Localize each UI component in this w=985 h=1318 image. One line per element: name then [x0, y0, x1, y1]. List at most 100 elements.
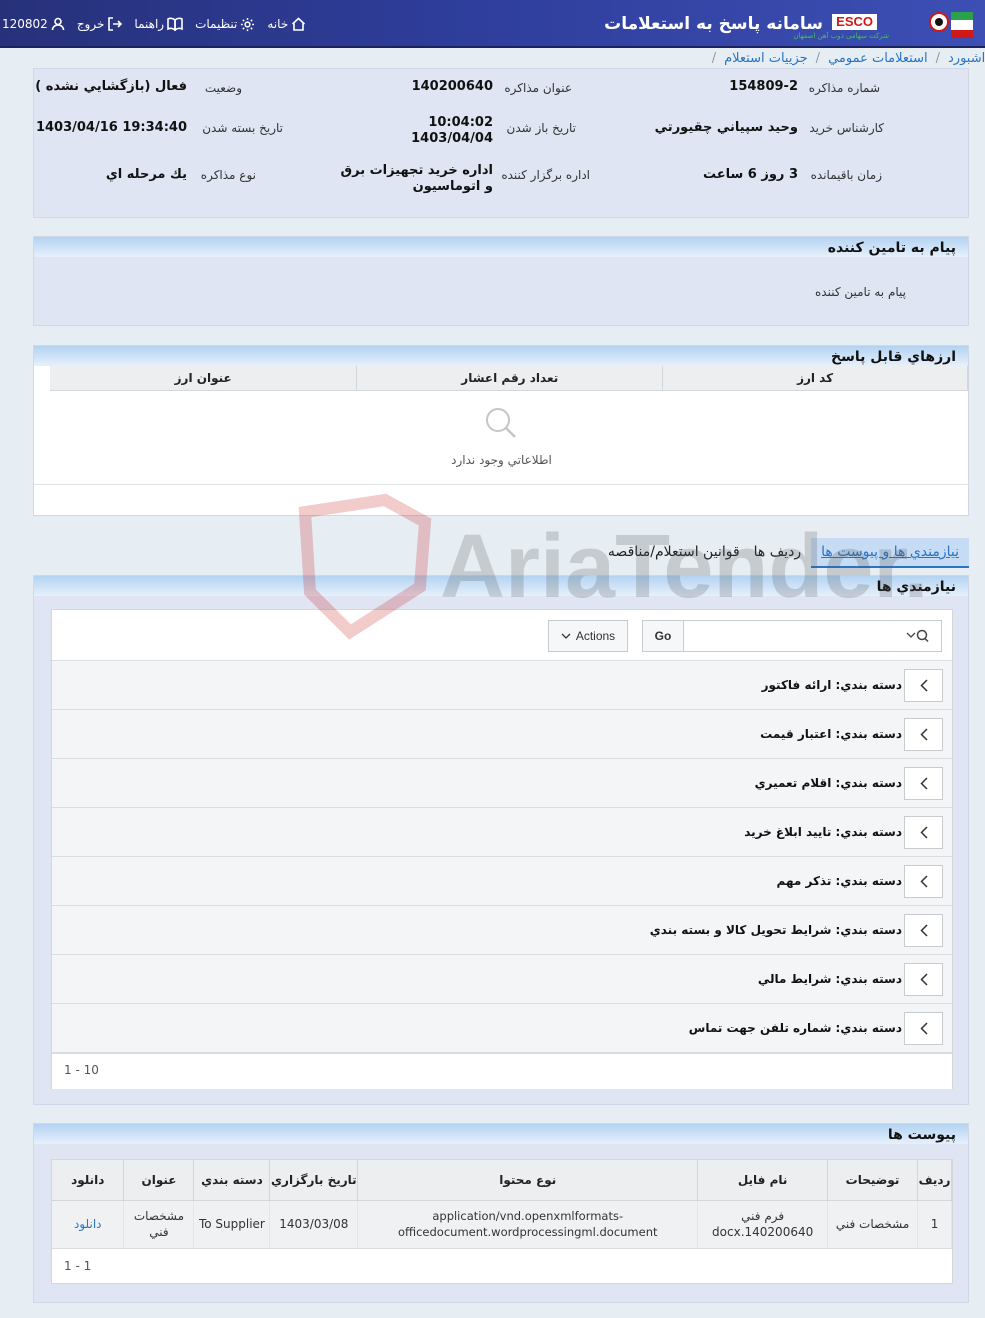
empty-search-icon — [486, 408, 516, 438]
requirement-label: دسته بندي: ارائه فاكتور — [761, 678, 902, 692]
user-menu[interactable]: 120802 — [2, 17, 65, 31]
expand-button[interactable] — [904, 767, 943, 800]
help-link[interactable]: راهنما — [134, 17, 183, 31]
col-content-type[interactable]: نوع محتوا — [357, 1160, 699, 1201]
chevron-left-icon — [919, 924, 928, 937]
expert-value: وحيد سپياني چقيورتي — [654, 120, 798, 135]
settings-link[interactable]: تنظیمات — [195, 17, 255, 32]
supplier-message-panel: پيام به تامين كننده پيام به تامين كننده — [33, 236, 969, 326]
dept-value-line1: اداره خريد تجهيزات برق — [340, 163, 493, 178]
requirement-row[interactable]: دسته بندي: اقلام تعميري — [52, 759, 952, 808]
col-decimal-places[interactable]: تعداد رقم اعشار — [356, 366, 664, 391]
breadcrumb: داشبورد / استعلامات عمومي / جزييات استعل… — [0, 48, 985, 68]
requirement-row[interactable]: دسته بندي: اعتبار قيمت — [52, 710, 952, 759]
search-input[interactable] — [683, 620, 893, 652]
chevron-left-icon — [919, 875, 928, 888]
requirement-row[interactable]: دسته بندي: تذكر مهم — [52, 857, 952, 906]
tab-rows[interactable]: رديف ها — [744, 538, 811, 568]
subject-label: عنوان مذاكره — [504, 81, 572, 95]
dept-label: اداره برگزار كننده — [501, 168, 590, 182]
search-column-button[interactable] — [892, 620, 942, 652]
requirement-label: دسته بندي: شرايط مالي — [757, 972, 902, 986]
requirements-pagination: 1 - 10 — [64, 1063, 99, 1077]
number-label: شماره مذاكره — [808, 81, 880, 95]
search-icon — [906, 629, 929, 643]
status-label: وضعيت — [204, 81, 242, 95]
status-value: فعال (بازگشايي نشده ) — [35, 79, 187, 94]
breadcrumb-dashboard[interactable]: داشبورد — [948, 51, 985, 66]
esco-badge: ESCO — [832, 14, 877, 30]
requirement-row[interactable]: دسته بندي: شرايط تحويل كالا و بسته بندي — [52, 906, 952, 955]
breadcrumb-inquiry-details[interactable]: جزييات استعلام — [724, 51, 808, 66]
actions-label: Actions — [575, 629, 616, 643]
col-category[interactable]: دسته بندي — [193, 1160, 271, 1201]
logout-icon — [108, 17, 123, 31]
tab-rules[interactable]: قوانين استعلام/مناقصه — [598, 538, 744, 568]
requirements-region: Go Actions دسته بندي: ارائه فاكتور دسته ب… — [51, 609, 953, 1089]
settings-label: تنظیمات — [195, 17, 238, 31]
requirement-row[interactable]: دسته بندي: ارائه فاكتور — [52, 661, 952, 710]
expert-label: كارشناس خريد — [809, 121, 884, 135]
home-label: خانه — [267, 17, 289, 31]
expand-button[interactable] — [904, 669, 943, 702]
user-id: 120802 — [2, 17, 48, 31]
logout-link[interactable]: خروج — [77, 17, 123, 31]
expand-button[interactable] — [904, 1012, 943, 1045]
requirement-row[interactable]: دسته بندي: شرايط مالي — [52, 955, 952, 1004]
type-value: يك مرحله اي — [105, 167, 187, 182]
open-time-value: 10:04:02 — [428, 115, 493, 130]
requirements-title: نيازمندي ها — [876, 579, 956, 595]
requirement-label: دسته بندي: اعتبار قيمت — [760, 727, 902, 741]
requirement-row[interactable]: دسته بندي: تاييد ابلاغ خريد — [52, 808, 952, 857]
tab-requirements-attachments[interactable]: نيازمندي ها و پيوست ها — [811, 538, 969, 568]
number-value: 154809-2 — [729, 79, 798, 94]
expand-button[interactable] — [904, 914, 943, 947]
attachments-table: رديف توضيحات نام فايل نوع محتوا تاريخ با… — [52, 1160, 952, 1248]
user-icon — [51, 17, 65, 31]
col-currency-code[interactable]: كد ارز — [662, 366, 968, 391]
requirement-label: دسته بندي: اقلام تعميري — [754, 776, 902, 790]
breadcrumb-public-inquiries[interactable]: استعلامات عمومي — [828, 51, 928, 66]
requirements-panel: نيازمندي ها Go Actions دسته بندي: ارائه … — [33, 575, 969, 1105]
currencies-title: ارزهاي قابل پاسخ — [830, 349, 956, 365]
cell-row: 1 — [917, 1200, 952, 1248]
chevron-left-icon — [919, 728, 928, 741]
remaining-value: 3 روز 6 ساعت — [702, 167, 798, 182]
cell-category: To Supplier — [193, 1200, 271, 1248]
col-title[interactable]: عنوان — [123, 1160, 195, 1201]
type-label: نوع مذاكره — [200, 168, 256, 182]
col-currency-title[interactable]: عنوان ارز — [50, 366, 358, 391]
help-label: راهنما — [134, 17, 165, 31]
requirement-label: دسته بندي: شماره تلفن جهت تماس — [688, 1021, 902, 1035]
cell-content-type: application/vnd.openxmlformats-officedoc… — [357, 1200, 699, 1248]
col-row[interactable]: رديف — [917, 1160, 952, 1201]
cell-filename: فرم فني 140200640.docx — [697, 1200, 829, 1248]
download-link[interactable]: دانلود — [52, 1200, 125, 1248]
open-date-label: تاريخ باز شدن — [506, 121, 576, 135]
requirement-label: دسته بندي: شرايط تحويل كالا و بسته بندي — [649, 923, 902, 937]
home-link[interactable]: خانه — [267, 17, 306, 31]
subject-value: 140200640 — [411, 79, 493, 94]
col-description[interactable]: توضيحات — [827, 1160, 919, 1201]
attachments-panel: پيوست ها رديف توضيحات نام فايل نوع محتوا… — [33, 1123, 969, 1303]
gear-icon — [241, 17, 255, 31]
requirement-label: دسته بندي: تذكر مهم — [776, 874, 902, 888]
expand-button[interactable] — [904, 963, 943, 996]
expand-button[interactable] — [904, 718, 943, 751]
requirement-row[interactable]: دسته بندي: شماره تلفن جهت تماس — [52, 1004, 952, 1053]
attachments-pagination: 1 - 1 — [64, 1259, 92, 1273]
expand-button[interactable] — [904, 816, 943, 849]
logout-label: خروج — [76, 17, 105, 31]
col-download[interactable]: دانلود — [52, 1160, 125, 1201]
close-date-label: تاريخ بسته شدن — [202, 121, 283, 135]
attachments-title: پيوست ها — [887, 1127, 956, 1143]
chevron-left-icon — [919, 679, 928, 692]
go-button[interactable]: Go — [642, 620, 684, 652]
actions-menu-button[interactable]: Actions — [548, 620, 628, 652]
expand-button[interactable] — [904, 865, 943, 898]
col-filename[interactable]: نام فايل — [697, 1160, 829, 1201]
requirement-label: دسته بندي: تاييد ابلاغ خريد — [744, 825, 902, 839]
dept-value-line2: و اتوماسيون — [412, 179, 493, 194]
col-upload-date[interactable]: تاريخ بارگزاري — [269, 1160, 359, 1201]
cell-upload-date: 1403/03/08 — [269, 1200, 359, 1248]
